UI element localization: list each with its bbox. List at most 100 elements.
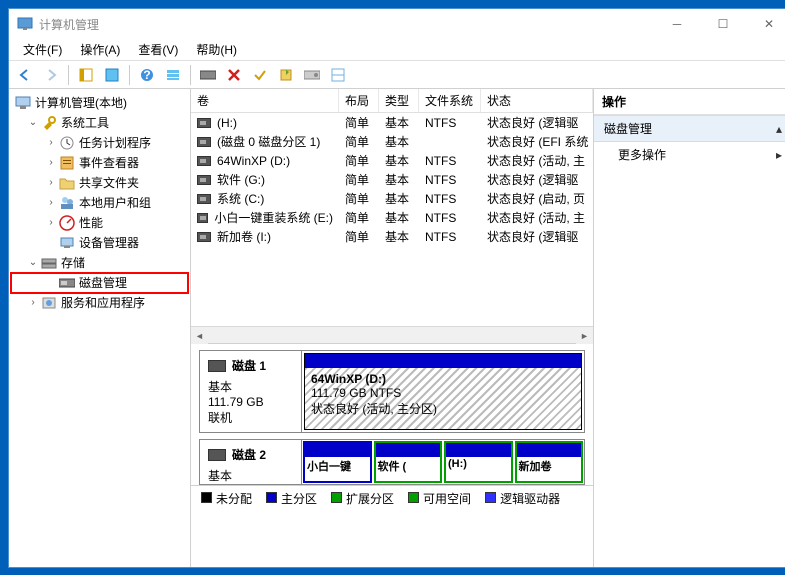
disk-name: 磁盘 1 bbox=[232, 357, 266, 374]
tree-storage[interactable]: ⌄ 存储 bbox=[11, 253, 188, 273]
users-icon bbox=[59, 195, 75, 211]
scroll-right-icon[interactable]: ► bbox=[576, 327, 593, 344]
volume-row[interactable]: 64WinXP (D:)简单基本NTFS状态良好 (活动, 主 bbox=[191, 151, 593, 170]
volume-type: 基本 bbox=[379, 132, 419, 151]
menu-action[interactable]: 操作(A) bbox=[72, 39, 128, 60]
volume-name: 64WinXP (D:) bbox=[217, 154, 290, 168]
volume-list-header: 卷 布局 类型 文件系统 状态 bbox=[191, 89, 593, 113]
window-title: 计算机管理 bbox=[39, 16, 654, 33]
disk-info[interactable]: 磁盘 2 基本 bbox=[200, 440, 302, 484]
tree-label: 事件查看器 bbox=[79, 154, 139, 172]
action-label: 更多操作 bbox=[618, 146, 666, 163]
expand-icon[interactable]: › bbox=[45, 217, 57, 229]
volume-row[interactable]: (磁盘 0 磁盘分区 1)简单基本状态良好 (EFI 系统 bbox=[191, 132, 593, 151]
refresh-button[interactable] bbox=[274, 63, 298, 87]
partition[interactable]: 64WinXP (D:) 111.79 GB NTFS 状态良好 (活动, 主分… bbox=[304, 353, 582, 430]
titlebar: 计算机管理 ─ ☐ ✕ bbox=[9, 9, 785, 39]
tree-devmgr[interactable]: 设备管理器 bbox=[11, 233, 188, 253]
tree-label: 存储 bbox=[61, 254, 85, 272]
partition-bar bbox=[305, 443, 370, 457]
tree-users[interactable]: ›本地用户和组 bbox=[11, 193, 188, 213]
horizontal-scrollbar[interactable]: ◄ ► bbox=[191, 326, 593, 343]
action-diskmgmt[interactable]: 磁盘管理▴ bbox=[594, 115, 785, 142]
tree-task[interactable]: ›任务计划程序 bbox=[11, 133, 188, 153]
volume-status: 状态良好 (EFI 系统 bbox=[481, 132, 593, 151]
volume-icon bbox=[197, 232, 211, 242]
volume-type: 基本 bbox=[379, 227, 419, 246]
delete-button[interactable] bbox=[222, 63, 246, 87]
forward-button[interactable] bbox=[39, 63, 63, 87]
tree-label: 服务和应用程序 bbox=[61, 294, 145, 312]
partition-info: 111.79 GB NTFS bbox=[311, 386, 575, 400]
expand-icon[interactable]: › bbox=[45, 177, 57, 189]
tree-services[interactable]: › 服务和应用程序 bbox=[11, 293, 188, 313]
volume-name: (磁盘 0 磁盘分区 1) bbox=[217, 133, 320, 150]
volume-fs: NTFS bbox=[419, 113, 481, 132]
volume-fs: NTFS bbox=[419, 208, 481, 227]
legend-item: 扩展分区 bbox=[331, 490, 394, 507]
settings-button[interactable] bbox=[300, 63, 324, 87]
volume-fs bbox=[419, 132, 481, 151]
volume-row[interactable]: 新加卷 (I:)简单基本NTFS状态良好 (逻辑驱 bbox=[191, 227, 593, 246]
disk-info[interactable]: 磁盘 1 基本 111.79 GB 联机 bbox=[200, 351, 302, 432]
center-pane: 卷 布局 类型 文件系统 状态 (H:)简单基本NTFS状态良好 (逻辑驱(磁盘… bbox=[191, 89, 594, 567]
action-more[interactable]: 更多操作▸ bbox=[594, 142, 785, 167]
check-button[interactable] bbox=[248, 63, 272, 87]
extended-swatch bbox=[331, 492, 342, 503]
partition[interactable]: 新加卷 bbox=[515, 441, 584, 483]
tree-systools[interactable]: ⌄系统工具 bbox=[11, 113, 188, 133]
minimize-button[interactable]: ─ bbox=[654, 9, 700, 39]
expand-icon[interactable]: › bbox=[45, 137, 57, 149]
volume-row[interactable]: 系统 (C:)简单基本NTFS状态良好 (启动, 页 bbox=[191, 189, 593, 208]
partition-bar bbox=[446, 443, 511, 457]
expand-icon[interactable]: › bbox=[45, 157, 57, 169]
close-button[interactable]: ✕ bbox=[746, 9, 785, 39]
view-list-button[interactable] bbox=[161, 63, 185, 87]
collapse-icon: ▴ bbox=[776, 122, 782, 136]
volume-fs: NTFS bbox=[419, 227, 481, 246]
layout-button[interactable] bbox=[326, 63, 350, 87]
tree-label: 设备管理器 bbox=[79, 234, 139, 252]
col-status[interactable]: 状态 bbox=[481, 89, 593, 112]
volume-status: 状态良好 (活动, 主 bbox=[481, 151, 593, 170]
volume-fs: NTFS bbox=[419, 170, 481, 189]
volume-type: 基本 bbox=[379, 113, 419, 132]
col-layout[interactable]: 布局 bbox=[339, 89, 379, 112]
expand-icon[interactable]: › bbox=[45, 197, 57, 209]
svg-text:?: ? bbox=[143, 68, 150, 82]
menu-help[interactable]: 帮助(H) bbox=[188, 39, 245, 60]
partition[interactable]: (H:) bbox=[444, 441, 513, 483]
volume-layout: 简单 bbox=[339, 208, 379, 227]
back-button[interactable] bbox=[13, 63, 37, 87]
tree-diskmgmt[interactable]: 磁盘管理 bbox=[11, 273, 188, 293]
free-swatch bbox=[408, 492, 419, 503]
maximize-button[interactable]: ☐ bbox=[700, 9, 746, 39]
tree-event[interactable]: › 事件查看器 bbox=[11, 153, 188, 173]
partition[interactable]: 软件 ( bbox=[374, 441, 443, 483]
tree-perf[interactable]: ›性能 bbox=[11, 213, 188, 233]
services-icon bbox=[41, 295, 57, 311]
col-volume[interactable]: 卷 bbox=[191, 89, 339, 112]
volume-row[interactable]: (H:)简单基本NTFS状态良好 (逻辑驱 bbox=[191, 113, 593, 132]
legend-item: 可用空间 bbox=[408, 490, 471, 507]
expand-icon[interactable]: › bbox=[27, 297, 39, 309]
tree-root[interactable]: 计算机管理(本地) bbox=[11, 93, 188, 113]
collapse-icon[interactable]: ⌄ bbox=[27, 257, 39, 269]
collapse-icon[interactable]: ⌄ bbox=[27, 117, 39, 129]
partition[interactable]: 小白一键 bbox=[303, 441, 372, 483]
show-hide-tree-button[interactable] bbox=[74, 63, 98, 87]
scroll-left-icon[interactable]: ◄ bbox=[191, 327, 208, 344]
legend-item: 主分区 bbox=[266, 490, 317, 507]
volume-row[interactable]: 小白一键重装系统 (E:)简单基本NTFS状态良好 (活动, 主 bbox=[191, 208, 593, 227]
tree-label: 共享文件夹 bbox=[79, 174, 139, 192]
col-type[interactable]: 类型 bbox=[379, 89, 419, 112]
menu-file[interactable]: 文件(F) bbox=[15, 39, 70, 60]
tree-shared[interactable]: › 共享文件夹 bbox=[11, 173, 188, 193]
volume-row[interactable]: 软件 (G:)简单基本NTFS状态良好 (逻辑驱 bbox=[191, 170, 593, 189]
help-button[interactable]: ? bbox=[135, 63, 159, 87]
partition-bar bbox=[305, 354, 581, 368]
col-fs[interactable]: 文件系统 bbox=[419, 89, 481, 112]
properties-button[interactable] bbox=[100, 63, 124, 87]
disk-button[interactable] bbox=[196, 63, 220, 87]
menu-view[interactable]: 查看(V) bbox=[130, 39, 186, 60]
